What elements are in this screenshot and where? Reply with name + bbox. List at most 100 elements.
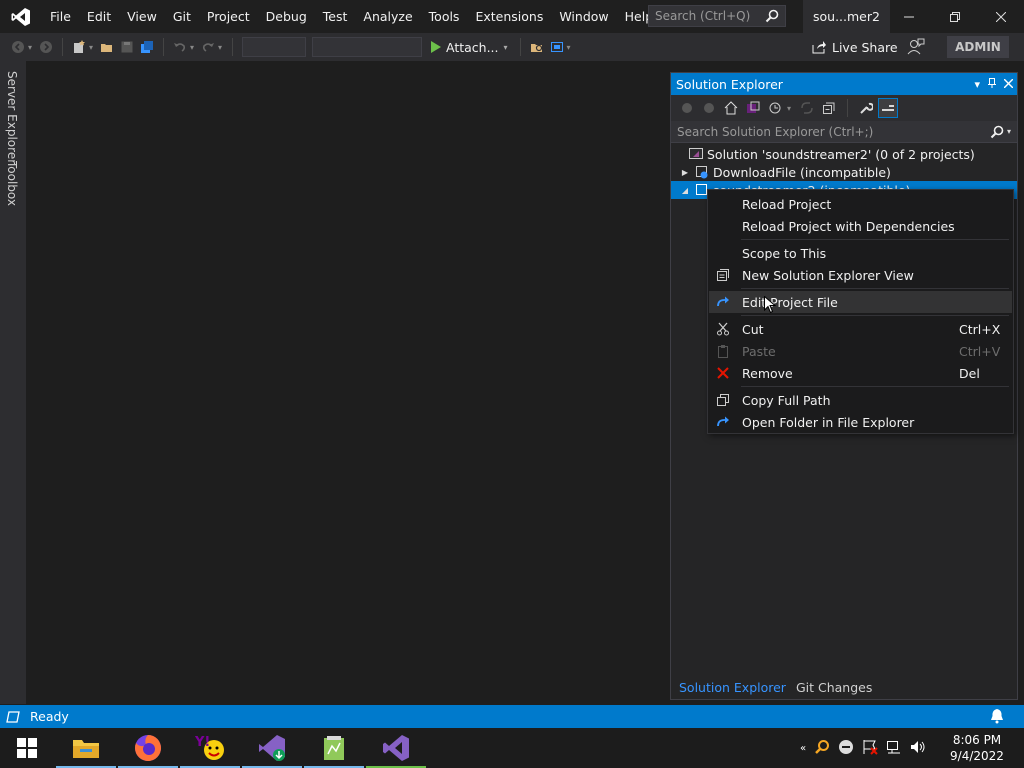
menu-project[interactable]: Project: [199, 0, 258, 33]
menu-item-cut[interactable]: Cut Ctrl+X: [709, 318, 1012, 340]
solution-explorer-search-input[interactable]: Search Solution Explorer (Ctrl+;) ▾: [671, 121, 1017, 143]
menu-item-edit-project-file[interactable]: Edit Project File: [709, 291, 1012, 313]
tree-item-downloadfile[interactable]: ▶ DownloadFile (incompatible): [671, 163, 1017, 181]
preview-selected-items-icon[interactable]: [878, 98, 898, 118]
chevron-down-icon[interactable]: ▾: [974, 78, 980, 91]
context-menu: Reload Project Reload Project with Depen…: [707, 189, 1014, 434]
menu-item-scope-to-this[interactable]: Scope to This: [709, 242, 1012, 264]
menu-debug[interactable]: Debug: [258, 0, 315, 33]
menu-test[interactable]: Test: [315, 0, 356, 33]
server-explorer-tab[interactable]: Server Explorer: [5, 71, 19, 164]
undo-icon[interactable]: [170, 37, 190, 57]
switch-views-icon[interactable]: [743, 98, 763, 118]
menu-item-new-solution-explorer-view[interactable]: New Solution Explorer View: [709, 264, 1012, 286]
live-share-button[interactable]: Live Share: [812, 36, 898, 58]
visual-studio-app[interactable]: [366, 728, 426, 768]
menu-item-reload-project[interactable]: Reload Project: [709, 193, 1012, 215]
minimize-icon: [904, 16, 914, 17]
chevron-down-icon[interactable]: ▾: [787, 104, 795, 113]
collapse-all-icon[interactable]: [819, 98, 839, 118]
search-input[interactable]: Search (Ctrl+Q): [648, 5, 786, 27]
search-icon: [765, 9, 779, 23]
solution-explorer-header: Solution Explorer ▾: [671, 73, 1017, 95]
notepad-plus-plus-app[interactable]: [304, 728, 364, 768]
menu-view[interactable]: View: [119, 0, 165, 33]
save-all-icon[interactable]: [137, 37, 157, 57]
chevron-down-icon[interactable]: ▾: [28, 43, 36, 52]
menu-item-reload-project-with-dependencies[interactable]: Reload Project with Dependencies: [709, 215, 1012, 237]
back-icon[interactable]: [677, 98, 697, 118]
menu-edit[interactable]: Edit: [79, 0, 119, 33]
menu-item-paste[interactable]: Paste Ctrl+V: [709, 340, 1012, 362]
account-badge[interactable]: ADMIN: [947, 36, 1009, 58]
firefox-app[interactable]: [118, 728, 178, 768]
restore-icon: [950, 11, 960, 22]
forward-icon[interactable]: [699, 98, 719, 118]
pending-changes-filter-icon[interactable]: [765, 98, 785, 118]
volume-icon[interactable]: [910, 739, 926, 758]
solution-name-badge[interactable]: sou...mer2: [803, 0, 890, 33]
yahoo-messenger-app[interactable]: Y!: [180, 728, 240, 768]
toolbox-tab[interactable]: Toolbox: [5, 161, 19, 206]
status-circle-icon[interactable]: [838, 739, 854, 758]
left-tool-tabs: Server Explorer Toolbox: [0, 61, 26, 704]
close-button[interactable]: [978, 0, 1024, 33]
live-share-label: Live Share: [832, 39, 898, 55]
chevron-down-icon[interactable]: ▾: [190, 43, 198, 52]
menu-extensions[interactable]: Extensions: [467, 0, 551, 33]
redo-icon[interactable]: [198, 37, 218, 57]
home-icon[interactable]: [721, 98, 741, 118]
properties-wrench-icon[interactable]: [856, 98, 876, 118]
open-folder-icon[interactable]: [97, 37, 117, 57]
clock-time: 8:06 PM: [952, 733, 1002, 747]
feedback-icon[interactable]: [906, 37, 926, 57]
navigate-forward-icon[interactable]: [36, 37, 56, 57]
close-icon[interactable]: [1003, 78, 1014, 91]
menu-window[interactable]: Window: [551, 0, 616, 33]
menu-tools[interactable]: Tools: [421, 0, 468, 33]
visual-studio-installer-app[interactable]: [242, 728, 302, 768]
tree-item-solution[interactable]: Solution 'soundstreamer2' (0 of 2 projec…: [671, 145, 1017, 163]
search-tray-icon[interactable]: [814, 739, 830, 758]
taskbar-clock[interactable]: 8:06 PM 9/4/2022: [944, 732, 1010, 764]
toolbar-divider: [847, 99, 848, 117]
restore-button[interactable]: [932, 0, 978, 33]
platform-dropdown[interactable]: [312, 37, 422, 57]
chevron-down-icon[interactable]: ▾: [89, 43, 97, 52]
save-icon[interactable]: [117, 37, 137, 57]
file-explorer-app[interactable]: [56, 728, 116, 768]
tab-solution-explorer[interactable]: Solution Explorer: [675, 680, 790, 695]
find-in-files-icon[interactable]: [527, 37, 547, 57]
chevron-down-icon[interactable]: ▾: [218, 43, 226, 52]
start-button[interactable]: [0, 728, 54, 768]
expand-arrow-icon[interactable]: ▶: [679, 168, 691, 177]
menu-item-label: Cut: [742, 321, 764, 337]
menu-divider: [741, 239, 1009, 240]
menu-analyze[interactable]: Analyze: [355, 0, 420, 33]
status-window-icon: [6, 710, 20, 723]
search-placeholder: Search Solution Explorer (Ctrl+;): [677, 124, 874, 139]
notifications-bell-icon[interactable]: [990, 708, 1004, 727]
pin-icon[interactable]: [988, 77, 996, 91]
network-icon[interactable]: [886, 739, 902, 758]
show-hidden-icons-icon[interactable]: «: [800, 743, 806, 754]
browser-link-icon[interactable]: [547, 37, 567, 57]
sync-icon[interactable]: [797, 98, 817, 118]
tab-git-changes[interactable]: Git Changes: [792, 680, 876, 695]
visual-studio-logo-icon[interactable]: [0, 0, 42, 33]
attach-button[interactable]: Attach... ▾: [425, 36, 514, 58]
collapse-arrow-icon[interactable]: ◢: [679, 186, 691, 195]
security-flag-icon[interactable]: [862, 739, 878, 758]
redo-arrow-icon: [714, 413, 732, 431]
navigate-back-icon[interactable]: [8, 37, 28, 57]
configuration-dropdown[interactable]: [242, 37, 306, 57]
menu-git[interactable]: Git: [165, 0, 199, 33]
menu-file[interactable]: File: [42, 0, 79, 33]
minimize-button[interactable]: [886, 0, 932, 33]
chevron-down-icon[interactable]: ▾: [567, 43, 575, 52]
chevron-down-icon[interactable]: ▾: [1007, 127, 1011, 136]
menu-item-copy-full-path[interactable]: Copy Full Path: [709, 389, 1012, 411]
new-project-icon[interactable]: [69, 37, 89, 57]
menu-item-remove[interactable]: Remove Del: [709, 362, 1012, 384]
menu-item-open-folder-in-file-explorer[interactable]: Open Folder in File Explorer: [709, 411, 1012, 433]
